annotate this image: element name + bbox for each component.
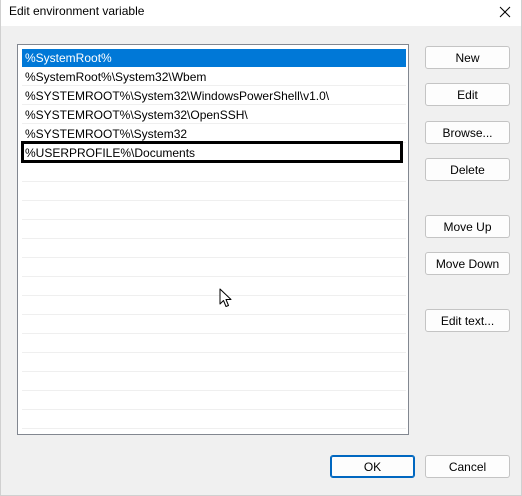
close-button[interactable] [489, 0, 521, 24]
list-item-text: %USERPROFILE%\Documents [25, 146, 196, 160]
list-item-text: %SYSTEMROOT%\System32\WindowsPowerShell\… [25, 89, 330, 103]
empty-row [22, 202, 406, 220]
mouse-pointer-icon [219, 288, 232, 307]
empty-row [22, 259, 406, 277]
cancel-button[interactable]: Cancel [425, 455, 510, 478]
edit-environment-variable-dialog: Edit environment variable %SystemRoot% %… [0, 0, 522, 496]
window-title: Edit environment variable [9, 4, 145, 18]
empty-row [22, 411, 406, 429]
empty-row [22, 392, 406, 410]
new-button[interactable]: New [425, 46, 510, 69]
edit-text-button[interactable]: Edit text... [425, 309, 510, 332]
browse-button[interactable]: Browse... [425, 121, 510, 144]
move-down-button[interactable]: Move Down [425, 252, 510, 275]
list-item[interactable]: %SystemRoot%\System32\Wbem [22, 68, 406, 86]
list-item-edit-field[interactable]: %USERPROFILE%\Documents [21, 141, 403, 163]
list-item-text: %SystemRoot%\System32\Wbem [25, 70, 207, 84]
ok-button[interactable]: OK [330, 455, 415, 478]
path-list[interactable]: %SystemRoot% %SystemRoot%\System32\Wbem … [17, 44, 409, 435]
empty-row [22, 240, 406, 258]
title-bar: Edit environment variable [1, 0, 521, 26]
empty-row [22, 335, 406, 353]
delete-button[interactable]: Delete [425, 158, 510, 181]
list-item-text: %SystemRoot% [25, 51, 112, 65]
empty-row [22, 164, 406, 182]
move-up-button[interactable]: Move Up [425, 215, 510, 238]
edit-button[interactable]: Edit [425, 83, 510, 106]
empty-row [22, 221, 406, 239]
empty-row [22, 373, 406, 391]
list-item[interactable]: %SYSTEMROOT%\System32\WindowsPowerShell\… [22, 87, 406, 105]
empty-row [22, 183, 406, 201]
empty-row [22, 297, 406, 315]
close-icon [499, 6, 511, 18]
list-item[interactable]: %SYSTEMROOT%\System32\OpenSSH\ [22, 106, 406, 124]
empty-row [22, 354, 406, 372]
empty-row [22, 278, 406, 296]
list-item[interactable]: %SystemRoot% [22, 49, 406, 67]
list-item-text: %SYSTEMROOT%\System32 [25, 127, 188, 141]
list-item-text: %SYSTEMROOT%\System32\OpenSSH\ [25, 108, 248, 122]
empty-row [22, 316, 406, 334]
